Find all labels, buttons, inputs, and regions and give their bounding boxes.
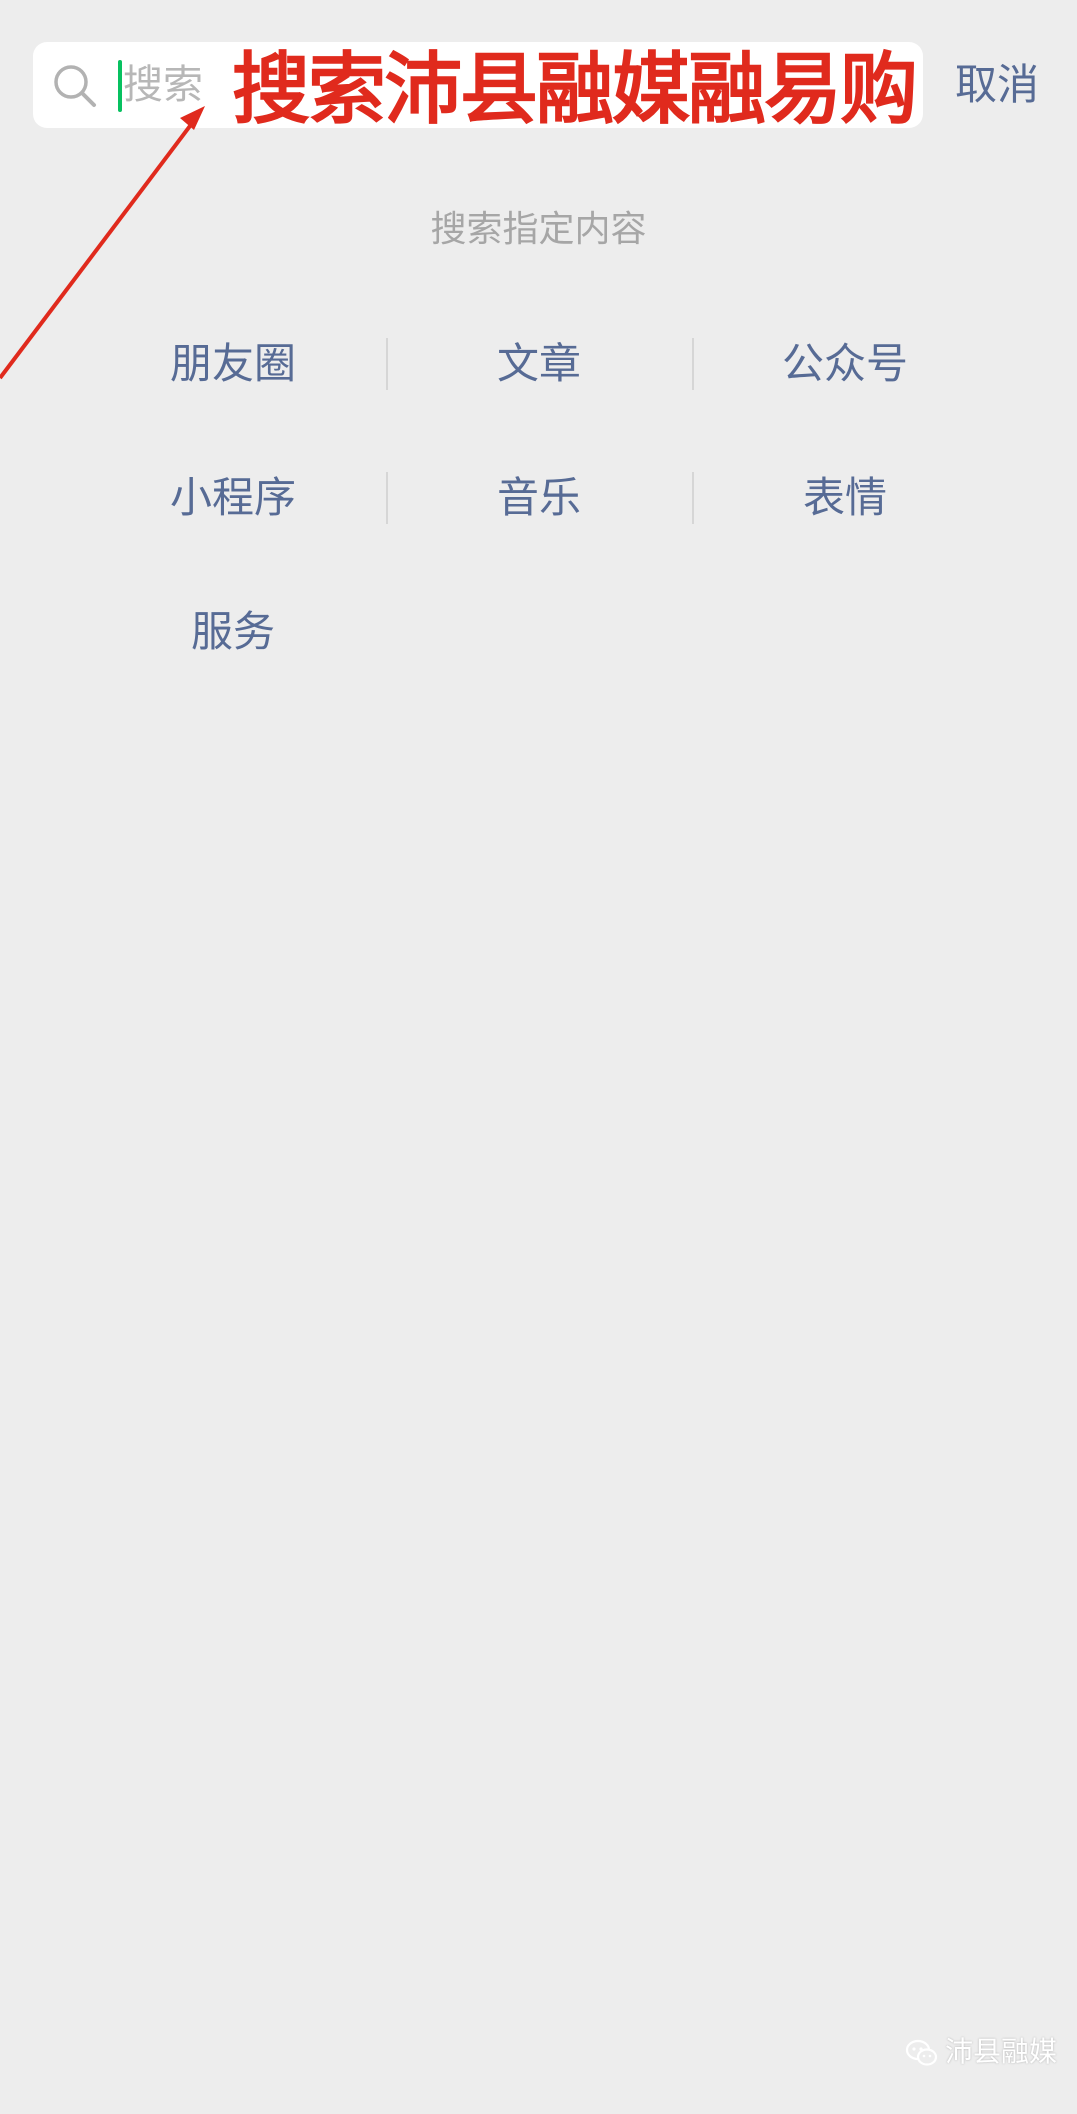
category-moments[interactable]: 朋友圈 [80, 334, 386, 394]
category-articles[interactable]: 文章 [386, 334, 692, 394]
category-music[interactable]: 音乐 [386, 468, 692, 528]
wechat-icon [905, 2037, 939, 2067]
search-icon [51, 62, 97, 108]
category-mini-programs[interactable]: 小程序 [80, 468, 386, 528]
category-services[interactable]: 服务 [80, 602, 386, 662]
category-official-accounts[interactable]: 公众号 [692, 334, 998, 394]
search-input[interactable] [123, 52, 243, 118]
watermark-text: 沛县融媒 [945, 2035, 1058, 2068]
watermark: 沛县融媒 [905, 2030, 1057, 2074]
cancel-button[interactable]: 取消 [955, 56, 1039, 114]
annotation-text: 搜索沛县融媒融易购 [232, 45, 918, 135]
text-cursor [118, 60, 122, 112]
search-hint: 搜索指定内容 [430, 209, 647, 250]
category-stickers[interactable]: 表情 [692, 468, 998, 528]
